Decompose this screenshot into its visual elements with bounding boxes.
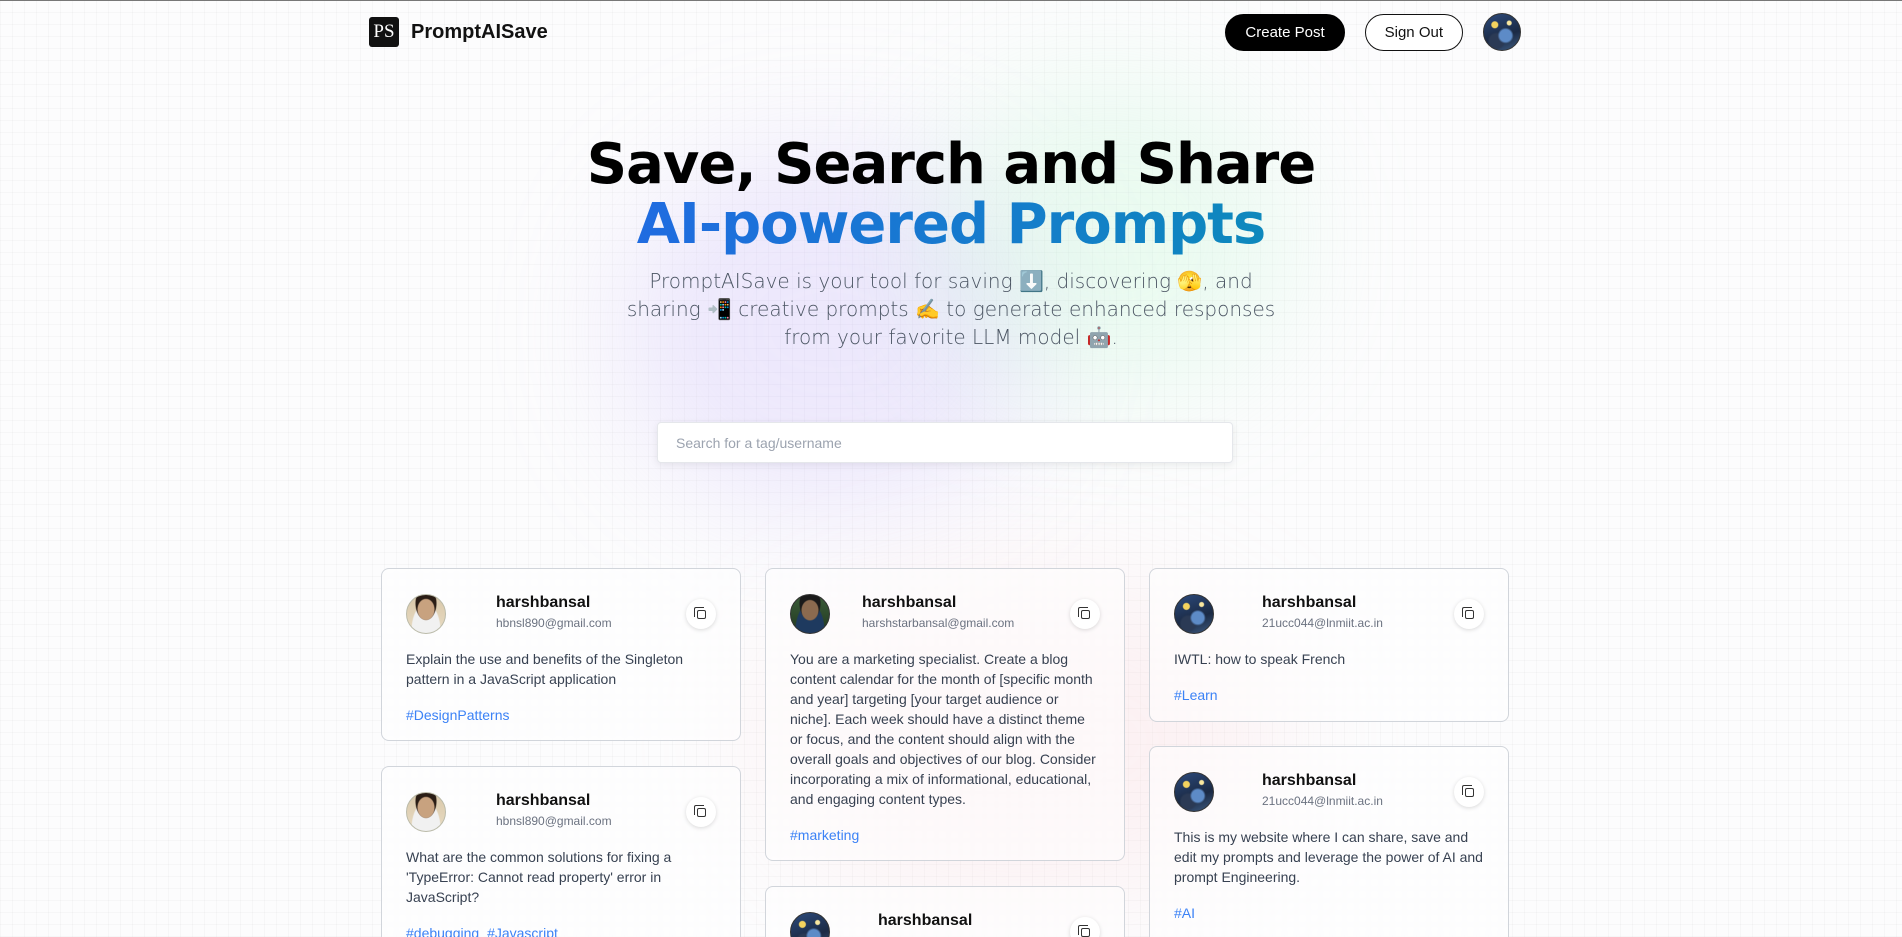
user-info[interactable]: harshbansal 21ucc044@lnmiit.ac.in [1262, 593, 1383, 632]
copy-icon [1077, 924, 1090, 937]
prompt-text: Explain the use and benefits of the Sing… [406, 651, 684, 687]
username: harshbansal [862, 594, 957, 611]
prompt-text: What are the common solutions for fixing… [406, 849, 672, 905]
copy-icon [1461, 784, 1474, 797]
user-avatar[interactable] [406, 792, 446, 832]
user-avatar[interactable] [790, 912, 830, 937]
user-email: harshstarbansal@gmail.com [862, 616, 1015, 630]
top-border [0, 0, 1902, 1]
username: harshbansal [1262, 772, 1357, 789]
user-avatar[interactable] [1174, 772, 1214, 812]
card-header: harshbansal 21ucc044@lnmiit.ac.in [1174, 593, 1484, 635]
tag-line: #Learn [1174, 685, 1484, 705]
navbar: PS PromptAISave Create Post Sign Out [369, 12, 1521, 52]
copy-icon [1077, 606, 1090, 619]
prompt-card: harshbansal harshstarbansal@gmail.com Yo… [765, 568, 1125, 861]
tag-link[interactable]: #DesignPatterns [406, 707, 510, 723]
username: harshbansal [1262, 594, 1357, 611]
search-input[interactable] [657, 422, 1233, 463]
tag-link[interactable]: #debugging [406, 925, 479, 937]
tag-line: #marketing [790, 825, 1100, 845]
card-header: harshbansal hbnsl890@gmail.com [406, 593, 716, 635]
user-avatar[interactable] [790, 594, 830, 634]
copy-icon [1461, 606, 1474, 619]
user-info[interactable]: harshbansal harshstarbansal@gmail.com [862, 593, 1014, 632]
user-email: 21ucc044@lnmiit.ac.in [1262, 616, 1383, 630]
hero-title: Save, Search and Share AI-powered Prompt… [451, 135, 1451, 255]
prompt-text: This is my website where I can share, sa… [1174, 829, 1483, 885]
brand-name: PromptAISave [411, 20, 548, 43]
copy-button[interactable] [1070, 599, 1100, 629]
user-avatar[interactable] [1174, 594, 1214, 634]
tag-line: #AI [1174, 903, 1484, 923]
create-post-button[interactable]: Create Post [1225, 13, 1345, 51]
copy-button[interactable] [1070, 917, 1100, 937]
user-avatar[interactable] [406, 594, 446, 634]
tag-link[interactable]: #AI [1174, 905, 1195, 921]
user-info[interactable]: harshbansal [878, 911, 972, 931]
prompt-card: harshbansal hbnsl890@gmail.com What are … [381, 766, 741, 937]
username: harshbansal [878, 912, 973, 929]
username: harshbansal [496, 792, 591, 809]
user-email: 21ucc044@lnmiit.ac.in [1262, 794, 1383, 808]
user-info[interactable]: harshbansal hbnsl890@gmail.com [496, 593, 612, 632]
user-info[interactable]: harshbansal hbnsl890@gmail.com [496, 791, 612, 830]
username: harshbansal [496, 594, 591, 611]
prompt-card: harshbansal 21ucc044@lnmiit.ac.in This i… [1149, 746, 1509, 937]
card-header: harshbansal hbnsl890@gmail.com [406, 791, 716, 833]
brand-logo: PS [369, 17, 399, 47]
copy-button[interactable] [1454, 777, 1484, 807]
prompt-card: harshbansal [765, 886, 1125, 937]
profile-avatar[interactable] [1483, 13, 1521, 51]
sign-out-button[interactable]: Sign Out [1364, 13, 1463, 51]
prompt-card: harshbansal 21ucc044@lnmiit.ac.in IWTL: … [1149, 568, 1509, 722]
copy-icon [693, 804, 706, 817]
tag-link[interactable]: #Learn [1174, 687, 1218, 703]
user-email: hbnsl890@gmail.com [496, 616, 612, 630]
tag-line: #DesignPatterns [406, 705, 716, 725]
search-form [657, 422, 1233, 463]
user-email: hbnsl890@gmail.com [496, 814, 612, 828]
hero-title-line2: AI-powered Prompts [451, 195, 1451, 255]
copy-button[interactable] [1454, 599, 1484, 629]
copy-button[interactable] [686, 599, 716, 629]
card-header: harshbansal [790, 911, 1100, 937]
user-info[interactable]: harshbansal 21ucc044@lnmiit.ac.in [1262, 771, 1383, 810]
tag-link[interactable]: #marketing [790, 827, 859, 843]
copy-button[interactable] [686, 797, 716, 827]
tag-line: #debugging #Javascript [406, 923, 716, 937]
nav-actions: Create Post Sign Out [1225, 13, 1521, 51]
prompt-text: You are a marketing specialist. Create a… [790, 651, 1096, 807]
hero-description: PromptAISave is your tool for saving ⬇️,… [626, 269, 1276, 349]
card-header: harshbansal harshstarbansal@gmail.com [790, 593, 1100, 635]
hero-title-line1: Save, Search and Share [586, 132, 1316, 197]
copy-icon [693, 606, 706, 619]
prompt-card: harshbansal hbnsl890@gmail.com Explain t… [381, 568, 741, 741]
prompt-text: IWTL: how to speak French [1174, 651, 1346, 667]
brand-link[interactable]: PS PromptAISave [369, 17, 548, 47]
hero-section: Save, Search and Share AI-powered Prompt… [451, 135, 1451, 351]
card-header: harshbansal 21ucc044@lnmiit.ac.in [1174, 771, 1484, 813]
tag-link[interactable]: #Javascript [487, 925, 558, 937]
